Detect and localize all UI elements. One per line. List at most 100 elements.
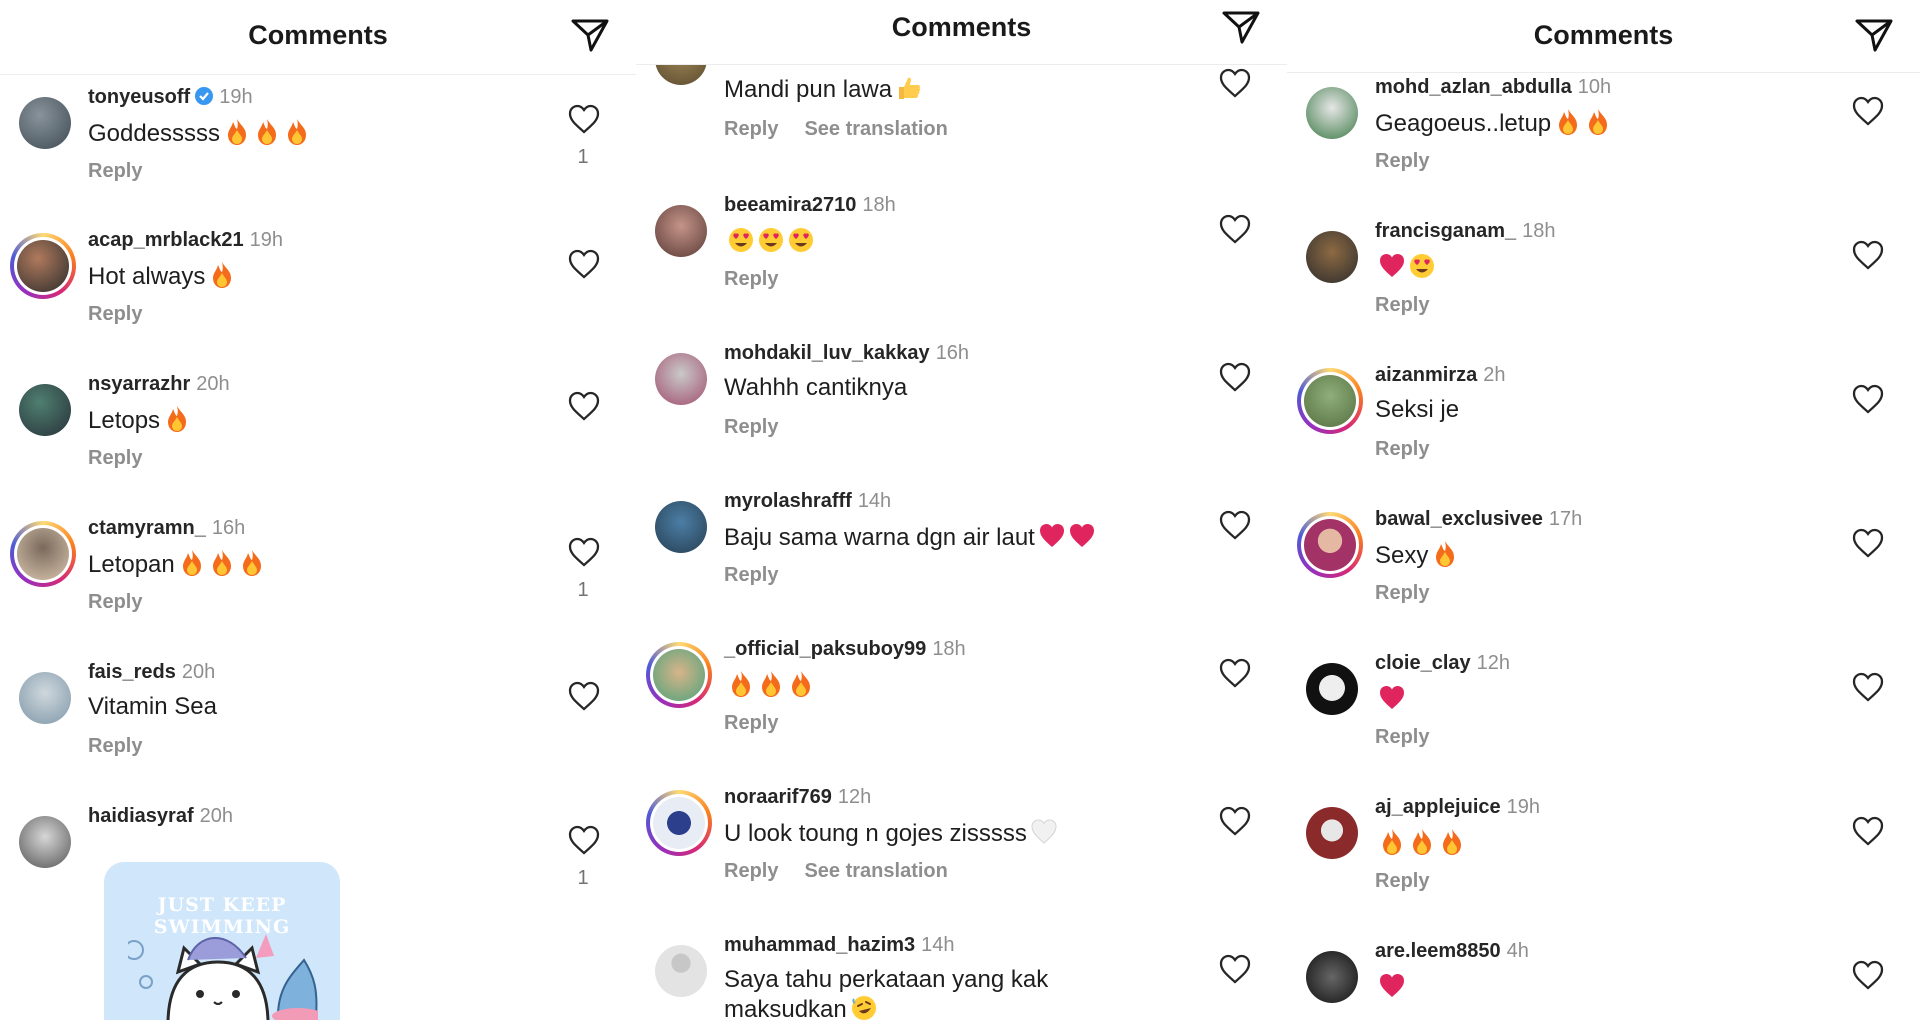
comment-item: beeamira2710 18h Reply bbox=[636, 190, 1287, 330]
comment-username[interactable]: are.leem8850 4h bbox=[1375, 940, 1529, 963]
reply-link[interactable]: Reply bbox=[88, 160, 168, 183]
reply-link[interactable]: Reply bbox=[88, 303, 168, 326]
comment-username[interactable]: myrolashrafff 14h bbox=[724, 490, 891, 513]
send-icon[interactable] bbox=[1854, 18, 1894, 54]
comment-username[interactable]: noraarif769 12h bbox=[724, 786, 871, 809]
avatar[interactable] bbox=[646, 346, 712, 412]
comment-username[interactable]: francisganam_ 18h bbox=[1375, 220, 1556, 243]
see-translation-link[interactable]: See translation bbox=[804, 860, 947, 882]
comment-username[interactable]: beeamira2710 18h bbox=[724, 194, 896, 217]
comment-item: fais_reds 20h Vitamin Sea Reply bbox=[0, 657, 636, 797]
heart-outline-icon[interactable] bbox=[1852, 960, 1884, 990]
comment-time: 12h bbox=[1476, 652, 1510, 674]
heart-outline-icon[interactable] bbox=[1852, 672, 1884, 702]
fire-emoji bbox=[1409, 828, 1435, 856]
comment-username[interactable]: _official_paksuboy99 18h bbox=[724, 638, 966, 661]
reply-link[interactable]: Reply bbox=[88, 591, 168, 614]
comment-time: 12h bbox=[837, 786, 872, 808]
reply-link[interactable]: Reply bbox=[724, 564, 804, 587]
reply-link[interactable]: Reply bbox=[1375, 150, 1455, 173]
avatar[interactable] bbox=[10, 90, 76, 156]
reply-link[interactable]: Reply bbox=[1375, 438, 1455, 461]
comment-username[interactable]: bawal_exclusivee 17h bbox=[1375, 508, 1582, 531]
heart-outline-icon[interactable] bbox=[568, 104, 600, 134]
red-heart-emoji bbox=[1379, 972, 1405, 1000]
comment-item: aizanmirza 2h Seksi je Reply bbox=[1287, 360, 1920, 500]
see-translation-link[interactable]: See translation bbox=[804, 118, 947, 140]
heart-outline-icon[interactable] bbox=[1219, 658, 1251, 688]
heart-outline-icon[interactable] bbox=[1219, 806, 1251, 836]
comment-username[interactable]: ctamyramn_ 16h bbox=[88, 517, 245, 540]
reply-link[interactable]: Reply bbox=[724, 416, 804, 439]
heart-outline-icon[interactable] bbox=[1852, 384, 1884, 414]
comment-text: U look toung n gojes zisssss bbox=[724, 818, 1057, 848]
reply-link[interactable]: Reply bbox=[88, 735, 168, 758]
send-icon[interactable] bbox=[1221, 10, 1261, 46]
avatar[interactable] bbox=[646, 790, 712, 856]
heart-outline-icon[interactable] bbox=[1852, 816, 1884, 846]
comment-text bbox=[1375, 252, 1435, 282]
comment-username[interactable]: cloie_clay 12h bbox=[1375, 652, 1510, 675]
heart-outline-icon[interactable] bbox=[568, 681, 600, 711]
avatar[interactable] bbox=[1297, 800, 1363, 866]
avatar[interactable] bbox=[646, 642, 712, 708]
reply-link[interactable]: Reply See translation bbox=[724, 118, 974, 141]
heart-outline-icon[interactable] bbox=[1219, 68, 1251, 98]
heart-outline-icon[interactable] bbox=[1219, 954, 1251, 984]
avatar[interactable] bbox=[1297, 512, 1363, 578]
like-count: 1 bbox=[577, 146, 589, 168]
comment-username[interactable]: tonyeusoff 19h bbox=[88, 86, 253, 109]
avatar[interactable] bbox=[646, 198, 712, 264]
comment-time: 19h bbox=[1506, 796, 1540, 818]
heart-outline-icon[interactable] bbox=[1852, 528, 1884, 558]
heart-outline-icon[interactable] bbox=[1852, 240, 1884, 270]
comment-username[interactable]: aj_applejuice 19h bbox=[1375, 796, 1540, 819]
avatar[interactable] bbox=[10, 233, 76, 299]
avatar[interactable] bbox=[1297, 224, 1363, 290]
comment-username[interactable]: aizanmirza 2h bbox=[1375, 364, 1506, 387]
reply-link[interactable]: Reply bbox=[724, 712, 804, 735]
avatar[interactable] bbox=[10, 665, 76, 731]
heart-outline-icon[interactable] bbox=[568, 249, 600, 279]
comment-username[interactable]: fais_reds 20h bbox=[88, 661, 215, 684]
comment-text bbox=[724, 670, 814, 700]
comment-item: mohd_azlan_abdulla 10h Geagoeus..letup Re… bbox=[1287, 72, 1920, 212]
avatar[interactable] bbox=[646, 938, 712, 1004]
avatar[interactable] bbox=[1297, 656, 1363, 722]
reply-link[interactable]: Reply bbox=[1375, 870, 1455, 893]
comment-username[interactable]: haidiasyraf 20h bbox=[88, 805, 233, 828]
reply-link[interactable]: Reply See translation bbox=[724, 860, 974, 883]
comment-time: 20h bbox=[181, 661, 216, 683]
send-icon[interactable] bbox=[570, 18, 610, 54]
heart-outline-icon[interactable] bbox=[1219, 510, 1251, 540]
reply-link[interactable]: Reply bbox=[724, 268, 804, 291]
fire-emoji bbox=[1379, 828, 1405, 856]
comment-username[interactable]: nsyarrazhr 20h bbox=[88, 373, 230, 396]
comment-username[interactable]: mohdakil_luv_kakkay 16h bbox=[724, 342, 969, 365]
reply-link[interactable]: Reply bbox=[1375, 294, 1455, 317]
avatar[interactable] bbox=[1297, 80, 1363, 146]
comment-username[interactable]: mohd_azlan_abdulla 10h bbox=[1375, 76, 1611, 99]
comment-time: 4h bbox=[1506, 940, 1529, 962]
avatar[interactable] bbox=[1297, 944, 1363, 1010]
comment-username[interactable]: muhammad_hazim3 14h bbox=[724, 934, 955, 957]
like-count: 1 bbox=[577, 867, 589, 889]
comment-username[interactable]: acap_mrblack21 19h bbox=[88, 229, 283, 252]
heart-outline-icon[interactable] bbox=[568, 537, 600, 567]
heart-outline-icon[interactable] bbox=[568, 825, 600, 855]
heart-outline-icon[interactable] bbox=[1219, 214, 1251, 244]
heart-outline-icon[interactable] bbox=[1852, 96, 1884, 126]
avatar[interactable] bbox=[1297, 368, 1363, 434]
comment-item: _official_paksuboy99 18h Reply bbox=[636, 634, 1287, 774]
avatar[interactable] bbox=[646, 494, 712, 560]
reply-link[interactable]: Reply bbox=[1375, 582, 1455, 605]
heart-outline-icon[interactable] bbox=[1219, 362, 1251, 392]
avatar[interactable] bbox=[10, 521, 76, 587]
heart-outline-icon[interactable] bbox=[568, 391, 600, 421]
comment-text: Vitamin Sea bbox=[88, 693, 217, 720]
avatar[interactable] bbox=[10, 809, 76, 875]
avatar[interactable] bbox=[10, 377, 76, 443]
reply-link[interactable]: Reply bbox=[1375, 726, 1455, 749]
rofl-emoji bbox=[851, 994, 877, 1020]
reply-link[interactable]: Reply bbox=[88, 447, 168, 470]
